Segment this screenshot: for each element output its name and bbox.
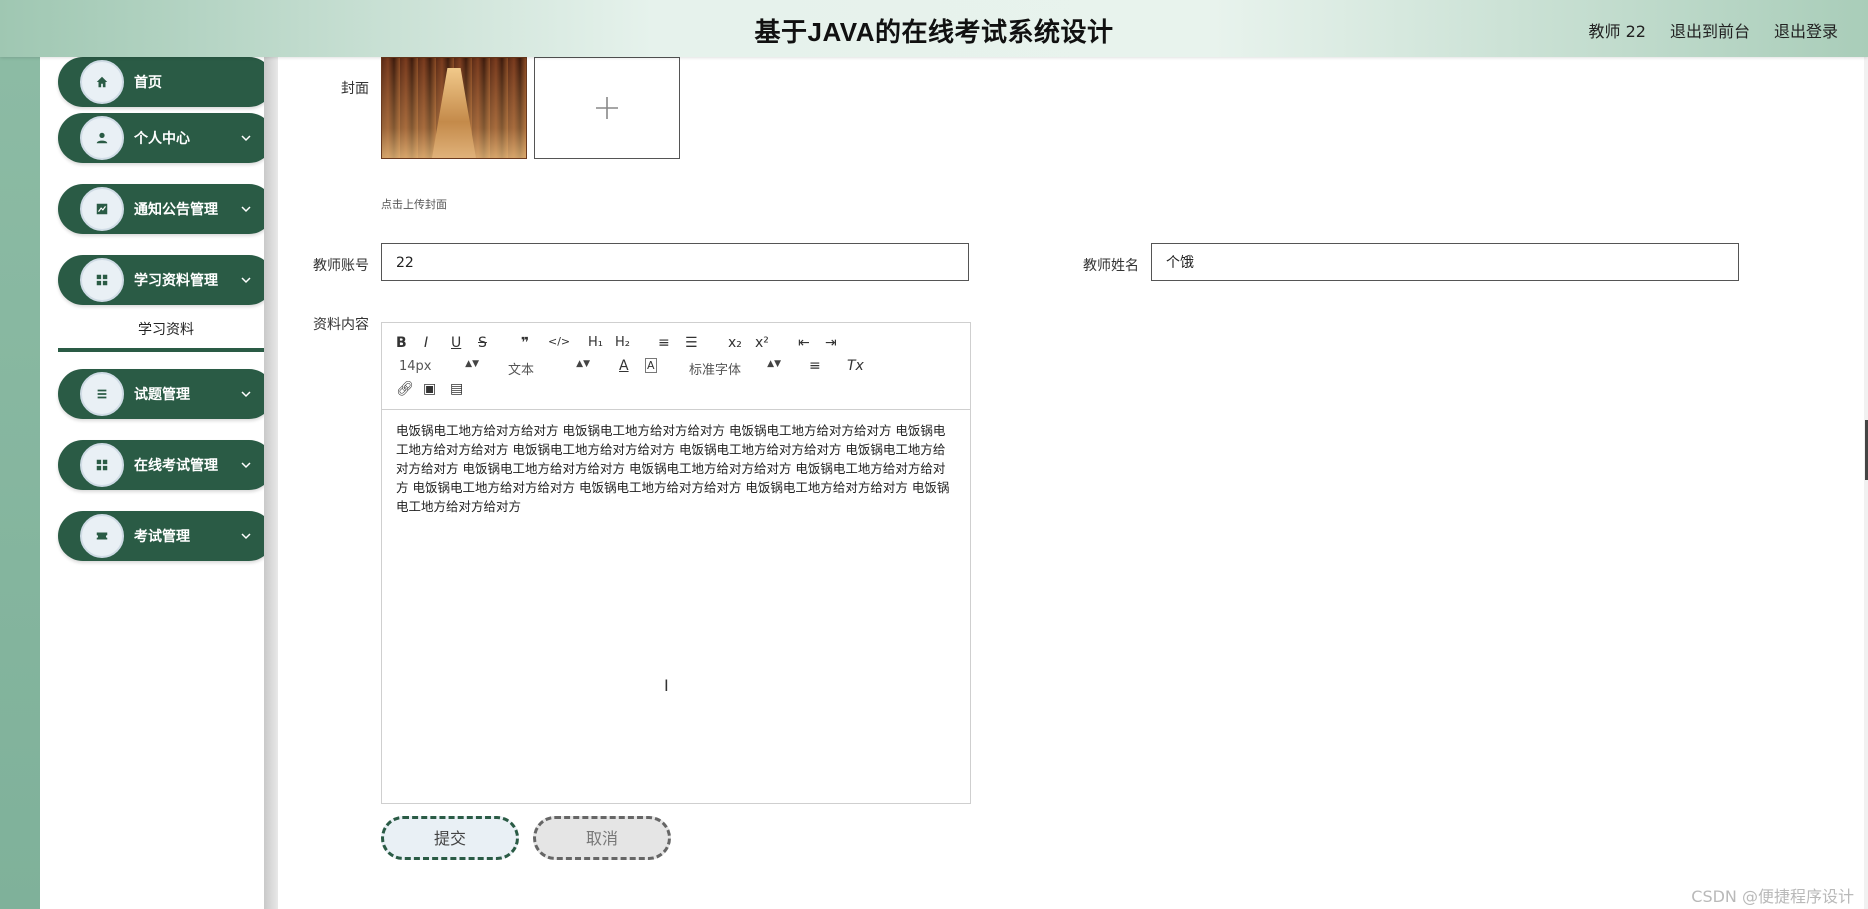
upload-cover-button[interactable] [534, 57, 680, 159]
teacher-name-field[interactable]: 个饿 [1151, 243, 1739, 281]
align-icon[interactable]: ≡ [809, 358, 821, 374]
select-arrow-icon: ▲▼ [767, 359, 781, 369]
chevron-down-icon [241, 277, 251, 284]
select-arrow-icon: ▲▼ [465, 359, 479, 369]
font-color-icon[interactable]: A [619, 358, 629, 374]
editor-content[interactable]: 电饭锅电工地方给对方给对方 电饭锅电工地方给对方给对方 电饭锅电工地方给对方给对… [396, 421, 956, 516]
underline-icon[interactable]: U [451, 335, 461, 351]
logout-link[interactable]: 退出登录 [1774, 18, 1838, 42]
sidebar-item-study-material-management[interactable]: 学习资料管理 [58, 255, 274, 305]
sidebar-item-exam-management[interactable]: 考试管理 [58, 511, 274, 561]
clear-format-icon[interactable]: Tx [847, 358, 864, 374]
submit-button[interactable]: 提交 [381, 816, 519, 860]
font-family-select[interactable]: 标准字体 ▲▼ [689, 359, 781, 378]
strikethrough-icon[interactable]: S [478, 335, 487, 351]
page-scrollbar[interactable] [1864, 57, 1868, 909]
user-icon [80, 116, 124, 160]
paragraph-select[interactable]: 文本 ▲▼ [508, 359, 590, 378]
sidebar-item-label: 学习资料管理 [134, 273, 218, 289]
sidebar-item-home[interactable]: 首页 [58, 57, 274, 107]
sidebar-scroll-divider[interactable] [264, 57, 278, 909]
grid-icon [80, 258, 124, 302]
sidebar-item-label: 个人中心 [134, 131, 190, 147]
outdent-icon[interactable]: ⇤ [798, 335, 810, 351]
chart-icon [80, 187, 124, 231]
ordered-list-icon[interactable]: ≡ [658, 335, 670, 351]
paragraph-value: 文本 [508, 363, 535, 378]
sidebar-item-label: 考试管理 [134, 529, 190, 545]
heading2-icon[interactable]: H₂ [615, 335, 630, 350]
plus-icon [596, 97, 618, 119]
watermark: CSDN @便捷程序设计 [1691, 887, 1854, 906]
upload-hint: 点击上传封面 [381, 198, 447, 211]
image-icon[interactable]: ▣ [423, 381, 436, 397]
font-family-value: 标准字体 [689, 363, 742, 378]
sidebar-item-label: 通知公告管理 [134, 202, 218, 218]
background-color-icon[interactable]: A [645, 358, 657, 373]
sidebar-subitem-study-material[interactable]: 学习资料 [58, 314, 274, 352]
sidebar: 首页 个人中心 通知公告管理 学习资料管理 学习资料 试题管理 在线考试管理 考… [40, 57, 274, 909]
sidebar-item-label: 首页 [134, 75, 162, 91]
link-icon[interactable]: 🔗︎ [396, 381, 414, 397]
text-cursor-icon: Ⅰ [664, 676, 669, 695]
sidebar-item-question-management[interactable]: 试题管理 [58, 369, 274, 419]
teacher-account-label: 教师账号 [313, 258, 369, 274]
teacher-name-label: 教师姓名 [1083, 258, 1139, 274]
sidebar-item-notice-management[interactable]: 通知公告管理 [58, 184, 274, 234]
current-user: 教师 22 [1588, 22, 1646, 41]
header-links: 教师 22 退出到前台 退出登录 [1589, 18, 1838, 42]
editor-toolbar: B I U S ❞ </> H₁ H₂ ≡ ☰ x₂ x² ⇤ ⇥ 14px ▲… [382, 323, 970, 410]
left-decor-strip [0, 57, 40, 909]
italic-icon[interactable]: I [424, 335, 428, 351]
list-icon [80, 372, 124, 416]
grid-icon [80, 443, 124, 487]
cancel-button[interactable]: 取消 [533, 816, 671, 860]
superscript-icon[interactable]: x² [755, 335, 769, 351]
indent-icon[interactable]: ⇥ [825, 335, 837, 351]
cover-label: 封面 [341, 81, 369, 97]
back-to-front-link[interactable]: 退出到前台 [1670, 18, 1750, 42]
heading1-icon[interactable]: H₁ [588, 335, 603, 350]
font-size-value: 14px [399, 359, 432, 374]
sidebar-item-label: 试题管理 [134, 387, 190, 403]
sidebar-item-personal-center[interactable]: 个人中心 [58, 113, 274, 163]
subscript-icon[interactable]: x₂ [728, 335, 742, 351]
content-label: 资料内容 [313, 317, 369, 333]
code-icon[interactable]: </> [548, 335, 570, 348]
rich-text-editor[interactable]: B I U S ❞ </> H₁ H₂ ≡ ☰ x₂ x² ⇤ ⇥ 14px ▲… [381, 322, 971, 804]
home-icon [80, 60, 124, 104]
sidebar-item-online-exam-management[interactable]: 在线考试管理 [58, 440, 274, 490]
bold-icon[interactable]: B [396, 335, 407, 351]
blockquote-icon[interactable]: ❞ [521, 335, 529, 351]
teacher-account-field[interactable]: 22 [381, 243, 969, 281]
chevron-down-icon [241, 135, 251, 142]
top-header: 基于JAVA的在线考试系统设计 教师 22 退出到前台 退出登录 [0, 0, 1868, 57]
cover-image[interactable] [381, 57, 527, 159]
ticket-icon [80, 514, 124, 558]
chevron-down-icon [241, 206, 251, 213]
chevron-down-icon [241, 391, 251, 398]
bullet-list-icon[interactable]: ☰ [685, 335, 698, 351]
select-arrow-icon: ▲▼ [576, 359, 590, 369]
chevron-down-icon [241, 533, 251, 540]
video-icon[interactable]: ▤ [450, 381, 463, 397]
font-size-select[interactable]: 14px ▲▼ [399, 359, 479, 374]
sidebar-item-label: 在线考试管理 [134, 458, 218, 474]
chevron-down-icon [241, 462, 251, 469]
